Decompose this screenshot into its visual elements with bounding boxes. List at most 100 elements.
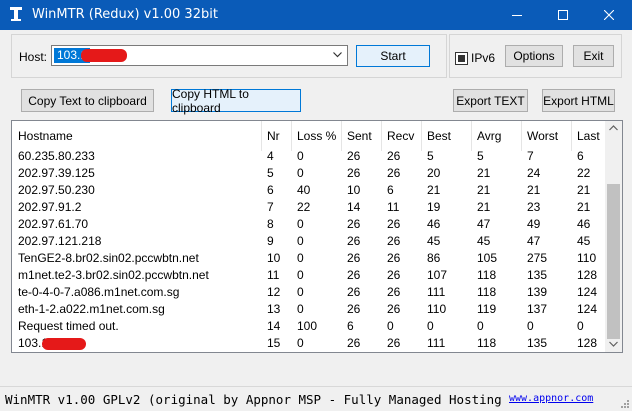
start-button[interactable]: Start [356, 45, 430, 67]
column-divider[interactable] [381, 121, 382, 151]
cell-hostname: eth-1-2.a022.m1net.com.sg [18, 302, 165, 316]
window-title: WinMTR (Redux) v1.00 32bit [32, 7, 218, 22]
scroll-up-icon[interactable] [609, 125, 618, 131]
column-divider[interactable] [341, 121, 342, 151]
cell-sent: 26 [347, 251, 361, 265]
cell-recv: 6 [387, 183, 394, 197]
cell-hostname: Request timed out. [18, 319, 119, 333]
cell-sent: 26 [347, 302, 361, 316]
column-header-recv[interactable]: Recv [387, 121, 414, 151]
cell-worst: 0 [527, 319, 534, 333]
cell-best: 0 [427, 319, 434, 333]
status-text: WinMTR v1.00 GPLv2 (original by Appnor M… [5, 392, 505, 407]
cell-recv: 26 [387, 336, 401, 350]
copy-text-button[interactable]: Copy Text to clipboard [21, 89, 154, 112]
cell-nr: 6 [267, 183, 274, 197]
cell-hostname: 202.97.91.2 [18, 200, 82, 214]
cell-best: 19 [427, 200, 441, 214]
column-header-loss[interactable]: Loss % [297, 121, 336, 151]
column-header-avrg[interactable]: Avrg [477, 121, 501, 151]
title-bar[interactable]: WinMTR (Redux) v1.00 32bit [0, 0, 632, 30]
cell-worst: 137 [527, 302, 548, 316]
app-icon [8, 6, 24, 22]
column-divider[interactable] [471, 121, 472, 151]
cell-loss: 0 [297, 217, 304, 231]
table-row[interactable]: te-0-4-0-7.a086.m1net.com.sg 12 0 26 26 111 11… [12, 284, 605, 301]
maximize-button[interactable] [540, 0, 586, 30]
ipv6-label: IPv6 [471, 51, 496, 65]
cell-loss: 100 [297, 319, 318, 333]
cell-loss: 0 [297, 251, 304, 265]
cell-avrg: 21 [477, 200, 491, 214]
cell-nr: 14 [267, 319, 281, 333]
cell-worst: 135 [527, 268, 548, 282]
cell-hostname: m1net.te2-3.br02.sin02.pccwbtn.net [18, 268, 209, 282]
cell-sent: 26 [347, 234, 361, 248]
cell-avrg: 0 [477, 319, 484, 333]
cell-hostname: 60.235.80.233 [18, 149, 95, 163]
cell-avrg: 47 [477, 217, 491, 231]
table-row[interactable]: 202.97.61.70 8 0 26 26 46 47 49 46 [12, 216, 605, 233]
appnor-link[interactable]: www.appnor.com [509, 393, 593, 404]
column-header-sent[interactable]: Sent [347, 121, 372, 151]
table-row[interactable]: eth-1-2.a022.m1net.com.sg 13 0 26 26 110 119 13… [12, 301, 605, 318]
table-row[interactable]: Request timed out. 14 100 6 0 0 0 0 0 [12, 318, 605, 335]
column-divider[interactable] [421, 121, 422, 151]
cell-loss: 22 [297, 200, 311, 214]
cell-last: 128 [577, 336, 598, 350]
cell-loss: 40 [297, 183, 311, 197]
cell-nr: 15 [267, 336, 281, 350]
cell-recv: 26 [387, 285, 401, 299]
table-row[interactable]: 103.1 15 0 26 26 111 118 135 128 [12, 335, 605, 352]
table-row[interactable]: m1net.te2-3.br02.sin02.pccwbtn.net 11 0 26 2… [12, 267, 605, 284]
exit-button[interactable]: Exit [573, 45, 614, 67]
cell-loss: 0 [297, 234, 304, 248]
scrollbar-thumb[interactable] [607, 184, 620, 339]
column-header-last[interactable]: Last [577, 121, 600, 151]
column-header-nr[interactable]: Nr [267, 121, 280, 151]
redaction-mark [81, 49, 127, 62]
column-header-worst[interactable]: Worst [527, 121, 558, 151]
minimize-button[interactable] [494, 0, 540, 30]
cell-last: 6 [577, 149, 584, 163]
cell-nr: 5 [267, 166, 274, 180]
chevron-down-icon[interactable] [333, 52, 342, 58]
cell-loss: 0 [297, 285, 304, 299]
table-row[interactable]: TenGE2-8.br02.sin02.pccwbtn.net 10 0 26 26 86… [12, 250, 605, 267]
table-row[interactable]: 60.235.80.233 4 0 26 26 5 5 7 6 [12, 148, 605, 165]
table-row[interactable]: 202.97.121.218 9 0 26 26 45 45 47 45 [12, 233, 605, 250]
cell-hostname: 202.97.121.218 [18, 234, 102, 248]
column-header-best[interactable]: Best [427, 121, 451, 151]
ipv6-checkbox[interactable] [455, 52, 468, 65]
copy-html-button[interactable]: Copy HTML to clipboard [171, 87, 301, 115]
host-combobox[interactable]: 103.1 [51, 45, 348, 66]
column-divider[interactable] [571, 121, 572, 151]
scroll-down-icon[interactable] [609, 341, 618, 347]
table-row[interactable]: 202.97.50.230 6 40 10 6 21 21 21 21 [12, 182, 605, 199]
cell-best: 107 [427, 268, 448, 282]
table-row[interactable]: 202.97.91.2 7 22 14 11 19 21 23 21 [12, 199, 605, 216]
options-button[interactable]: Options [505, 45, 563, 67]
export-text-button[interactable]: Export TEXT [453, 89, 528, 112]
close-button[interactable] [586, 0, 632, 30]
cell-loss: 0 [297, 268, 304, 282]
column-divider[interactable] [261, 121, 262, 151]
cell-recv: 26 [387, 302, 401, 316]
cell-loss: 0 [297, 302, 304, 316]
cell-avrg: 119 [477, 302, 497, 316]
cell-hostname: TenGE2-8.br02.sin02.pccwbtn.net [18, 251, 199, 265]
cell-avrg: 118 [477, 285, 497, 299]
column-header-hostname[interactable]: Hostname [18, 121, 73, 151]
export-html-button[interactable]: Export HTML [542, 89, 615, 112]
table-row[interactable]: 202.97.39.125 5 0 26 26 20 21 24 22 [12, 165, 605, 182]
cell-sent: 26 [347, 268, 361, 282]
cell-avrg: 118 [477, 336, 497, 350]
cell-nr: 8 [267, 217, 274, 231]
vertical-scrollbar[interactable] [605, 121, 622, 352]
column-divider[interactable] [291, 121, 292, 151]
resize-grip-icon[interactable] [620, 399, 630, 409]
host-label: Host: [19, 50, 48, 64]
cell-loss: 0 [297, 336, 304, 350]
results-table[interactable]: Hostname Nr Loss % Sent Recv Best Avrg Worst Las… [11, 120, 623, 353]
column-divider[interactable] [521, 121, 522, 151]
